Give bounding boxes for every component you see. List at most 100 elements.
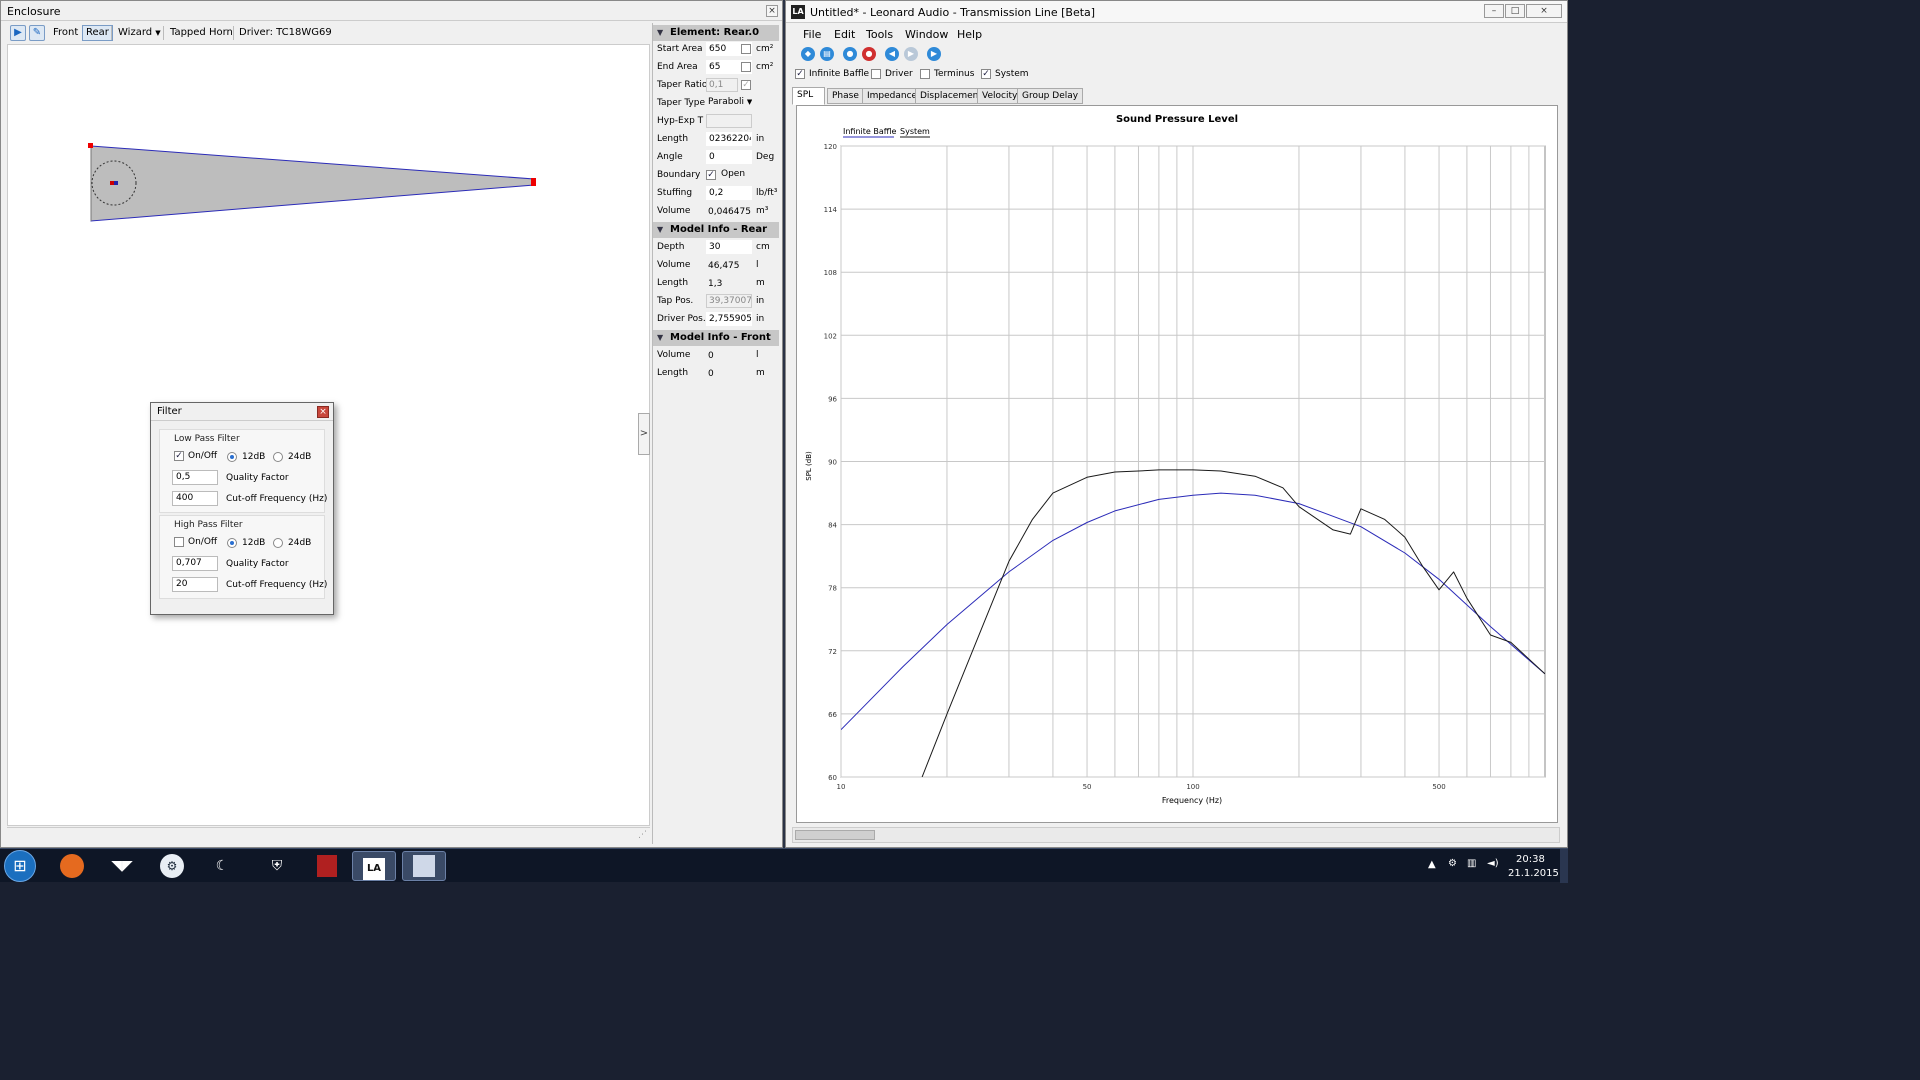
scrollbar-thumb[interactable] [795,830,875,840]
close-icon[interactable]: × [1526,4,1562,18]
y-tick-label: 102 [824,332,837,340]
rear-button[interactable]: Rear [82,25,113,41]
low-pass-title: Low Pass Filter [174,434,240,444]
boundary-open-checkbox[interactable]: ✓ [706,170,716,180]
high-pass-12db-radio[interactable] [227,538,237,548]
menu-help[interactable]: Help [957,28,982,41]
front-button[interactable]: Front [50,25,81,41]
start-area-lock-checkbox[interactable] [741,44,751,54]
spl-chart-panel[interactable]: Sound Pressure Level Frequency (Hz) SPL … [796,105,1558,823]
chart-tick-labels: 60 66 72 78 84 90 96 102 108 114 120 10 50 100 500 [824,143,1446,791]
driver-pos-unit: in [756,314,765,324]
tab-velocity[interactable]: Velocity [977,88,1023,104]
high-pass-q-input[interactable]: 0,707 [172,556,218,571]
high-pass-fc-input[interactable]: 20 [172,577,218,592]
installer-icon[interactable] [305,851,349,881]
front-length-label: Length [657,368,689,378]
record-icon[interactable]: ● [862,47,876,61]
tap-pos-label: Tap Pos. [657,296,694,306]
run-icon[interactable]: ▶ [10,25,26,41]
panel-splitter-toggle[interactable]: > [638,413,650,455]
stuffing-field[interactable]: 0,2 [706,186,752,200]
start-button[interactable]: ⊞ [4,850,36,882]
end-area-lock-checkbox[interactable] [741,62,751,72]
menu-file[interactable]: File [803,28,821,41]
high-pass-24db-label: 24dB [288,538,312,548]
shield-app-icon[interactable]: ⛨ [255,851,299,881]
tab-group-delay[interactable]: Group Delay [1017,88,1084,104]
low-pass-12db-radio[interactable] [227,452,237,462]
infinite-baffle-checkbox[interactable]: ✓ [795,69,805,79]
wizard-dropdown[interactable]: Wizard ▼ [115,25,164,41]
save-icon[interactable]: ● [843,47,857,61]
tray-volume-icon[interactable]: ◄) [1487,858,1499,869]
firefox-icon[interactable] [50,851,94,881]
minimize-icon[interactable]: – [1484,4,1504,18]
terminus-checkbox[interactable] [920,69,930,79]
model-rear-header[interactable]: Model Info - Rear [653,222,779,238]
menu-window[interactable]: Window [905,28,948,41]
length-field[interactable]: 023622047 [706,132,752,146]
boundary-label: Boundary [657,170,701,180]
taper-type-select[interactable]: Paraboli ▼ [706,96,752,110]
tap-pos-field: 39,3700787 [706,294,752,308]
tray-network-icon[interactable]: ▥ [1467,858,1476,869]
winamp-icon[interactable]: ☾ [200,851,244,881]
fox-app-icon[interactable]: ◥◤ [100,851,144,881]
low-pass-on-checkbox[interactable]: ✓ [174,451,184,461]
tab-phase[interactable]: Phase [827,88,864,104]
low-pass-fc-input[interactable]: 400 [172,491,218,506]
menu-tools[interactable]: Tools [866,28,893,41]
element-header[interactable]: Element: Rear.0 [653,25,779,41]
maximize-icon[interactable]: □ [1505,4,1525,18]
low-pass-24db-label: 24dB [288,452,312,462]
low-pass-12db-label: 12dB [242,452,266,462]
transmission-line-window: LA Untitled* - Leonard Audio - Transmiss… [785,0,1568,848]
play-icon[interactable]: ▶ [927,47,941,61]
toolbar-divider [111,26,112,40]
legend-system[interactable]: System [900,127,930,136]
legend-infinite-baffle[interactable]: Infinite Baffle [843,127,896,136]
driver-pos-field[interactable]: 2,7559055 [706,312,752,326]
tray-expand-icon[interactable]: ▲ [1428,859,1436,870]
depth-field[interactable]: 30 [706,240,752,254]
tray-steam-icon[interactable]: ⚙ [1448,858,1457,869]
low-pass-fc-label: Cut-off Frequency (Hz) [226,494,328,504]
steam-icon[interactable]: ⚙ [150,851,194,881]
start-handle[interactable] [88,143,93,148]
angle-field[interactable]: 0 [706,150,752,164]
resize-grip-icon[interactable]: ⋰ [638,830,647,840]
chart-app-taskbar-icon[interactable] [402,851,446,881]
enclosure-close-icon[interactable]: × [766,5,778,17]
low-pass-24db-radio[interactable] [273,452,283,462]
new-icon[interactable]: ◆ [801,47,815,61]
show-desktop-button[interactable] [1560,849,1568,883]
tab-impedance[interactable]: Impedance [862,88,923,104]
model-front-header[interactable]: Model Info - Front [653,330,779,346]
driver-checkbox[interactable] [871,69,881,79]
filter-close-icon[interactable]: × [317,406,329,418]
system-checkbox[interactable]: ✓ [981,69,991,79]
menu-edit[interactable]: Edit [834,28,855,41]
end-handle[interactable] [531,178,536,186]
wrench-icon[interactable]: ✎ [29,25,45,41]
horn-element-shape[interactable] [90,145,535,222]
leonard-audio-taskbar-icon[interactable]: LA [352,851,396,881]
hyp-exp-field [706,114,752,128]
length-unit: in [756,134,765,144]
driver-option-label: Driver [885,69,913,79]
open-icon[interactable]: ▤ [820,47,834,61]
boundary-open-label: Open [721,169,746,179]
chart-grid [840,145,1546,778]
high-pass-title: High Pass Filter [174,520,243,530]
high-pass-24db-radio[interactable] [273,538,283,548]
clock-time[interactable]: 20:38 [1516,854,1545,865]
horizontal-scrollbar[interactable] [792,827,1560,843]
clock-date[interactable]: 21.1.2015 [1508,868,1559,879]
previous-icon[interactable]: ◀ [885,47,899,61]
y-axis-label: SPL (dB) [805,451,813,481]
tab-spl[interactable]: SPL [792,87,825,105]
high-pass-on-checkbox[interactable] [174,537,184,547]
low-pass-q-input[interactable]: 0,5 [172,470,218,485]
enclosure-type-label: Tapped Horn [170,27,233,38]
